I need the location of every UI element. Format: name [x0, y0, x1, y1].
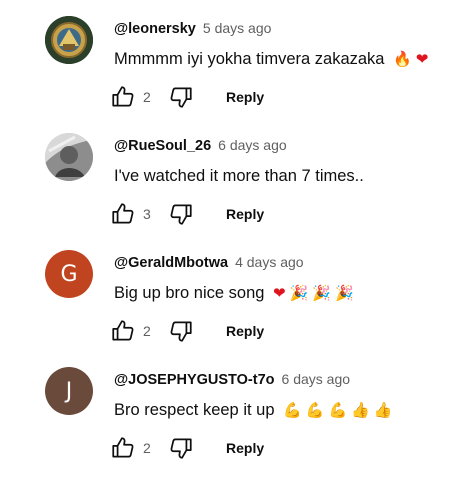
- like-button[interactable]: [110, 201, 136, 227]
- avatar-letter: G: [60, 261, 78, 287]
- thumb-up-outline-icon: [112, 437, 134, 458]
- comment-actions: 3 Reply: [110, 201, 410, 231]
- thumb-up-outline-icon: [112, 86, 134, 107]
- reply-button[interactable]: Reply: [226, 440, 264, 456]
- dislike-button[interactable]: [168, 201, 194, 227]
- comment-text: I've watched it more than 7 times..: [114, 167, 364, 186]
- comment-text: Mmmmm iyi yokha timvera zakazaka 🔥 ❤: [114, 50, 428, 69]
- comment-actions: 2 Reply: [110, 84, 410, 114]
- photo-avatar[interactable]: [45, 133, 93, 181]
- thumbs-up-emoji: 👍: [373, 401, 393, 419]
- author-name[interactable]: @GeraldMbotwa: [114, 255, 228, 271]
- dislike-button[interactable]: [168, 318, 194, 344]
- author-name[interactable]: @RueSoul_26: [114, 138, 211, 154]
- comment-item: G @GeraldMbotwa 4 days ago Big up bro ni…: [0, 250, 473, 368]
- comment-time[interactable]: 6 days ago: [282, 371, 351, 387]
- like-count: 2: [143, 89, 151, 105]
- comment-body: Big up bro nice song: [114, 284, 265, 302]
- avatar-letter: J: [65, 378, 73, 404]
- comment-header: @GeraldMbotwa 4 days ago: [114, 254, 304, 271]
- author-name[interactable]: @JOSEPHYGUSTO-t7o: [114, 372, 275, 388]
- like-count: 2: [143, 323, 151, 339]
- like-count: 2: [143, 440, 151, 456]
- letter-avatar[interactable]: J: [45, 367, 93, 415]
- thumb-up-outline-icon: [112, 320, 134, 341]
- reply-button[interactable]: Reply: [226, 89, 264, 105]
- comment-body: Bro respect keep it up: [114, 401, 275, 419]
- thumb-down-outline-icon: [170, 438, 192, 459]
- party-popper-emoji: 🎉: [289, 284, 309, 302]
- emoji-group: 🔥 ❤: [389, 50, 428, 68]
- comment-item: @leonersky 5 days ago Mmmmm iyi yokha ti…: [0, 16, 473, 134]
- dislike-button[interactable]: [168, 84, 194, 110]
- author-name[interactable]: @leonersky: [114, 21, 196, 37]
- comment-header: @JOSEPHYGUSTO-t7o 6 days ago: [114, 371, 350, 388]
- comment-time[interactable]: 4 days ago: [235, 254, 304, 270]
- thumb-up-outline-icon: [112, 203, 134, 224]
- comment-body: I've watched it more than 7 times..: [114, 167, 364, 185]
- like-button[interactable]: [110, 84, 136, 110]
- emoji-group: 💪 💪 💪 👍 👍: [279, 401, 392, 419]
- thumb-down-outline-icon: [170, 87, 192, 108]
- comment-body: Mmmmm iyi yokha timvera zakazaka: [114, 50, 385, 68]
- thumbs-up-emoji: 👍: [351, 401, 370, 419]
- comment-item: @RueSoul_26 6 days ago I've watched it m…: [0, 133, 473, 251]
- comment-time[interactable]: 5 days ago: [203, 20, 272, 36]
- flexed-biceps-emoji: 💪: [305, 401, 325, 419]
- party-popper-emoji: 🎉: [334, 284, 354, 302]
- flexed-biceps-emoji: 💪: [328, 401, 348, 419]
- comment-actions: 2 Reply: [110, 318, 410, 348]
- reply-button[interactable]: Reply: [226, 206, 264, 222]
- emoji-group: ❤ 🎉 🎉 🎉: [269, 284, 354, 302]
- thumb-down-outline-icon: [170, 321, 192, 342]
- party-popper-emoji: 🎉: [312, 284, 331, 302]
- thumb-down-outline-icon: [170, 204, 192, 225]
- comment-text: Big up bro nice song ❤ 🎉 🎉 🎉: [114, 284, 354, 303]
- comment-time[interactable]: 6 days ago: [218, 137, 287, 153]
- emblem-avatar[interactable]: [45, 16, 93, 64]
- comment-item: J @JOSEPHYGUSTO-t7o 6 days ago Bro respe…: [0, 367, 473, 485]
- like-button[interactable]: [110, 318, 136, 344]
- comment-text: Bro respect keep it up 💪 💪 💪 👍 👍: [114, 401, 393, 420]
- like-button[interactable]: [110, 435, 136, 461]
- reply-button[interactable]: Reply: [226, 323, 264, 339]
- dislike-button[interactable]: [168, 435, 194, 461]
- flexed-biceps-emoji: 💪: [283, 401, 302, 419]
- like-count: 3: [143, 206, 151, 222]
- comment-header: @leonersky 5 days ago: [114, 20, 271, 37]
- comment-header: @RueSoul_26 6 days ago: [114, 137, 287, 154]
- heart-emoji: ❤: [273, 284, 286, 302]
- fire-emoji: 🔥: [393, 50, 412, 68]
- heart-emoji: ❤: [415, 50, 429, 68]
- letter-avatar[interactable]: G: [45, 250, 93, 298]
- comment-actions: 2 Reply: [110, 435, 410, 465]
